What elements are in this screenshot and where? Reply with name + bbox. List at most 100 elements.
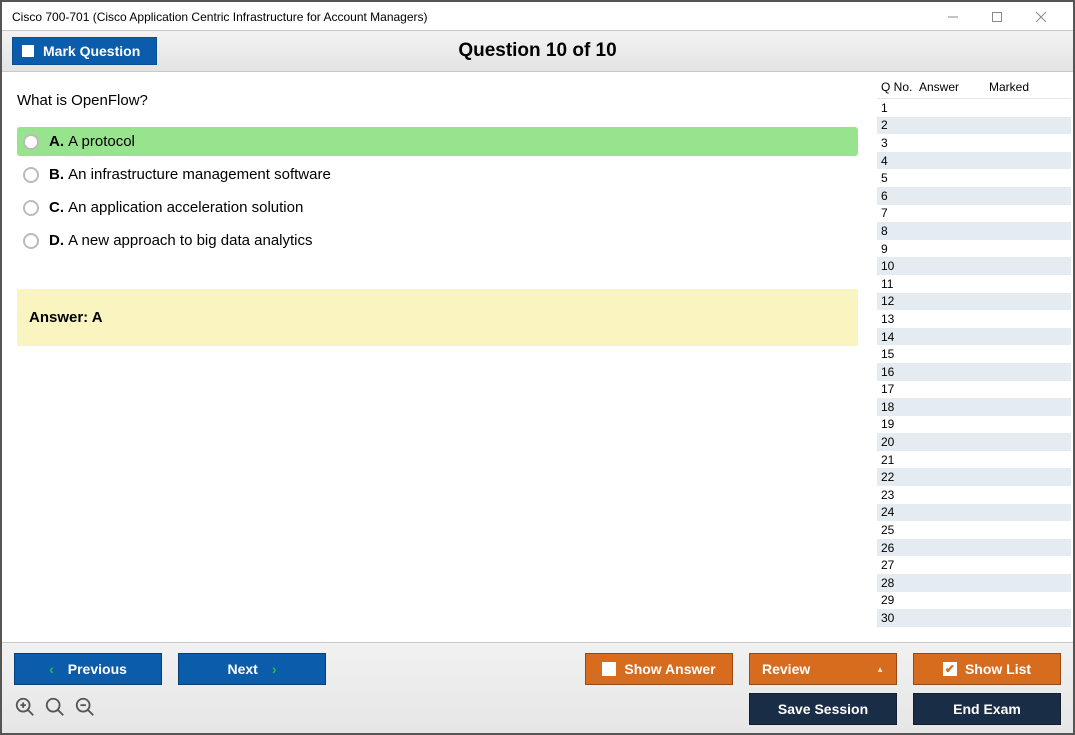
zoom-out-icon[interactable] [74, 696, 96, 723]
cell-qno: 13 [881, 312, 919, 326]
table-row[interactable]: 8 [877, 222, 1071, 240]
caret-up-icon: ▲ [876, 665, 884, 674]
table-row[interactable]: 12 [877, 293, 1071, 311]
review-label: Review [762, 661, 810, 677]
choice-text: A. A protocol [49, 133, 135, 150]
cell-qno: 10 [881, 259, 919, 273]
content-row: What is OpenFlow? A. A protocol B. An inf… [2, 72, 1073, 642]
table-row[interactable]: 19 [877, 416, 1071, 434]
choice-a[interactable]: A. A protocol [17, 127, 858, 156]
table-row[interactable]: 22 [877, 468, 1071, 486]
question-list-header: Q No. Answer Marked [877, 78, 1071, 98]
choices-container: A. A protocol B. An infrastructure manage… [17, 127, 858, 259]
choice-d[interactable]: D. A new approach to big data analytics [17, 226, 858, 255]
footer-row-1: ‹ Previous Next › Show Answer Review ▲ ✔… [14, 653, 1061, 685]
choice-c[interactable]: C. An application acceleration solution [17, 193, 858, 222]
maximize-icon[interactable] [975, 5, 1019, 29]
cell-qno: 15 [881, 347, 919, 361]
table-row[interactable]: 18 [877, 398, 1071, 416]
cell-qno: 30 [881, 611, 919, 625]
answer-box: Answer: A [17, 289, 858, 346]
save-session-button[interactable]: Save Session [749, 693, 897, 725]
table-row[interactable]: 2 [877, 117, 1071, 135]
cell-qno: 27 [881, 558, 919, 572]
zoom-controls [14, 696, 96, 723]
chevron-right-icon: › [272, 661, 277, 677]
table-row[interactable]: 26 [877, 539, 1071, 557]
table-row[interactable]: 7 [877, 205, 1071, 223]
next-label: Next [227, 661, 257, 677]
table-row[interactable]: 11 [877, 275, 1071, 293]
table-row[interactable]: 16 [877, 363, 1071, 381]
checkbox-icon [602, 662, 616, 676]
table-row[interactable]: 4 [877, 152, 1071, 170]
show-list-button[interactable]: ✔ Show List [913, 653, 1061, 685]
table-row[interactable]: 17 [877, 381, 1071, 399]
cell-qno: 11 [881, 277, 919, 291]
zoom-in-icon[interactable] [14, 696, 36, 723]
table-row[interactable]: 9 [877, 240, 1071, 258]
next-button[interactable]: Next › [178, 653, 326, 685]
end-exam-button[interactable]: End Exam [913, 693, 1061, 725]
cell-qno: 24 [881, 505, 919, 519]
cell-qno: 17 [881, 382, 919, 396]
cell-qno: 25 [881, 523, 919, 537]
cell-qno: 5 [881, 171, 919, 185]
close-icon[interactable] [1019, 5, 1063, 29]
zoom-reset-icon[interactable] [44, 696, 66, 723]
minimize-icon[interactable] [931, 5, 975, 29]
cell-qno: 16 [881, 365, 919, 379]
table-row[interactable]: 21 [877, 451, 1071, 469]
cell-qno: 9 [881, 242, 919, 256]
chevron-left-icon: ‹ [49, 661, 54, 677]
table-row[interactable]: 20 [877, 433, 1071, 451]
choice-text: C. An application acceleration solution [49, 199, 303, 216]
choice-b[interactable]: B. An infrastructure management software [17, 160, 858, 189]
radio-icon [23, 200, 39, 216]
cell-qno: 21 [881, 453, 919, 467]
choice-text: B. An infrastructure management software [49, 166, 331, 183]
table-row[interactable]: 27 [877, 556, 1071, 574]
question-panel: What is OpenFlow? A. A protocol B. An inf… [2, 72, 873, 642]
table-row[interactable]: 13 [877, 310, 1071, 328]
table-row[interactable]: 10 [877, 257, 1071, 275]
cell-qno: 3 [881, 136, 919, 150]
cell-qno: 6 [881, 189, 919, 203]
col-qno: Q No. [881, 80, 919, 94]
show-answer-button[interactable]: Show Answer [585, 653, 733, 685]
titlebar: Cisco 700-701 (Cisco Application Centric… [2, 2, 1073, 30]
app-window: Cisco 700-701 (Cisco Application Centric… [0, 0, 1075, 735]
radio-icon [23, 134, 39, 150]
cell-qno: 8 [881, 224, 919, 238]
question-list[interactable]: 1234567891011121314151617181920212223242… [877, 98, 1071, 642]
table-row[interactable]: 5 [877, 169, 1071, 187]
table-row[interactable]: 23 [877, 486, 1071, 504]
table-row[interactable]: 6 [877, 187, 1071, 205]
save-session-label: Save Session [778, 701, 868, 717]
table-row[interactable]: 14 [877, 328, 1071, 346]
cell-qno: 20 [881, 435, 919, 449]
table-row[interactable]: 15 [877, 345, 1071, 363]
cell-qno: 26 [881, 541, 919, 555]
choice-text: D. A new approach to big data analytics [49, 232, 313, 249]
table-row[interactable]: 1 [877, 99, 1071, 117]
cell-qno: 14 [881, 330, 919, 344]
radio-icon [23, 167, 39, 183]
table-row[interactable]: 30 [877, 609, 1071, 627]
question-text: What is OpenFlow? [17, 92, 858, 109]
table-row[interactable]: 3 [877, 134, 1071, 152]
cell-qno: 22 [881, 470, 919, 484]
table-row[interactable]: 24 [877, 504, 1071, 522]
header-bar: Mark Question Question 10 of 10 [2, 30, 1073, 72]
review-dropdown[interactable]: Review ▲ [749, 653, 897, 685]
checkbox-checked-icon: ✔ [943, 662, 957, 676]
cell-qno: 4 [881, 154, 919, 168]
footer-row-2: Save Session End Exam [14, 693, 1061, 725]
previous-button[interactable]: ‹ Previous [14, 653, 162, 685]
table-row[interactable]: 25 [877, 521, 1071, 539]
table-row[interactable]: 29 [877, 592, 1071, 610]
table-row[interactable]: 28 [877, 574, 1071, 592]
window-controls [931, 5, 1063, 29]
cell-qno: 19 [881, 417, 919, 431]
window-title: Cisco 700-701 (Cisco Application Centric… [12, 10, 428, 24]
